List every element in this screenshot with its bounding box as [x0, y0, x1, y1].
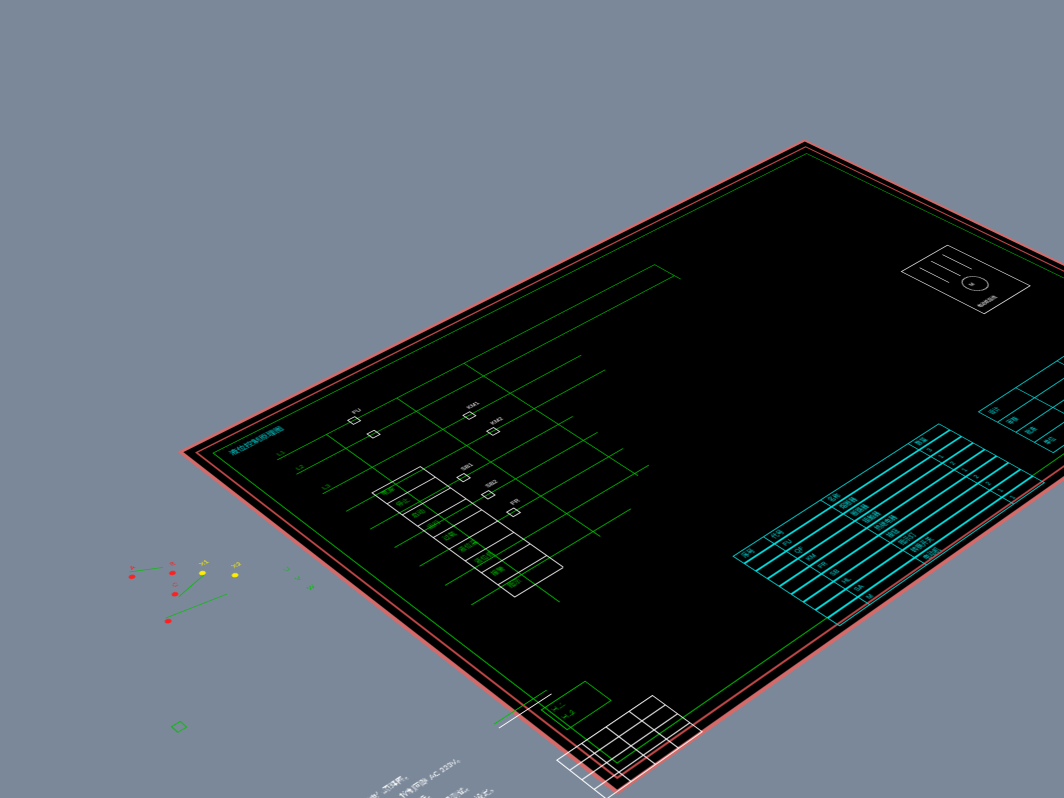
td: KM [805, 553, 819, 562]
label-km1: KM1 [466, 401, 481, 410]
bus-line [445, 465, 650, 586]
tb-checker: 审核 [1006, 416, 1020, 425]
th: 序号 [741, 548, 757, 558]
tb-company: 单位 [1043, 436, 1058, 445]
component-symbol [347, 416, 361, 425]
header-note: 液位控制原理图 [229, 426, 285, 456]
td: 2 [949, 461, 957, 466]
td: 1 [938, 454, 946, 459]
colstrip-cell: 停止 [395, 498, 411, 508]
bus-line [394, 432, 598, 548]
td: HL [841, 577, 854, 585]
label-sb1: SB1 [460, 463, 475, 472]
tb-approver: 批准 [1024, 426, 1038, 435]
td: 指示灯 [898, 532, 919, 546]
th: 名称 [827, 493, 842, 503]
bus-line [471, 509, 631, 606]
td: 2 [973, 474, 981, 479]
red-dot [163, 618, 173, 625]
vert-line [396, 398, 601, 537]
colstrip-cell: 电源 [380, 487, 396, 497]
td: QF [793, 546, 806, 554]
td: FU [782, 539, 795, 547]
td: 1 [997, 488, 1006, 493]
td: 断路器 [850, 504, 870, 517]
motor-caption: 电动机接线 [977, 295, 1000, 308]
td: 电动机 [922, 547, 943, 561]
colstrip-cell: 液位低 [474, 551, 496, 565]
td: 1 [1009, 495, 1018, 500]
drawing-sheet-group: 液位控制原理图 L1 L2 [178, 139, 1064, 795]
aux-c: C [171, 582, 180, 588]
label-fu: FU [351, 408, 363, 415]
vert-line [326, 434, 560, 602]
colstrip-cell: 指示 [507, 578, 524, 589]
tb-designer: 设计 [988, 407, 1002, 416]
colstrip-cell: 启动 [411, 509, 427, 519]
colstrip-cell: 报警 [490, 566, 507, 577]
hl2: HL2 [561, 709, 578, 721]
label-l2: L2 [295, 465, 306, 472]
td: FR [817, 561, 830, 569]
cad-viewport[interactable]: 液位控制原理图 L1 L2 [0, 0, 1064, 798]
td: 3 [926, 448, 934, 453]
td: SB [829, 569, 842, 577]
td: 1 [961, 468, 969, 473]
label-l3: L3 [321, 484, 332, 491]
yellow-dot [230, 572, 239, 578]
aux-v: V [294, 576, 303, 582]
td: 接触器 [862, 511, 882, 524]
label-fr: FR [510, 498, 522, 506]
bus-line [419, 448, 623, 566]
lone-symbol [171, 721, 188, 733]
colstrip-cell: 过载 [442, 531, 458, 541]
th: 代号 [770, 530, 786, 540]
component-symbol [462, 411, 476, 420]
td: 转换开关 [910, 536, 935, 553]
th: 数量 [914, 437, 929, 446]
td: SA [853, 584, 866, 593]
label-km2: KM2 [490, 417, 506, 426]
aux-x2: X2 [231, 562, 243, 570]
td: M [865, 594, 875, 601]
bus-line [370, 416, 573, 529]
red-dot [127, 574, 136, 580]
component-symbol [506, 508, 521, 518]
link-line [178, 575, 204, 597]
label-sb2: SB2 [485, 479, 500, 488]
aux-w: W [306, 584, 317, 591]
red-dot [168, 570, 177, 576]
colstrip-cell: 液位高 [458, 539, 480, 553]
component-symbol [456, 473, 471, 482]
hl1: HL1 [551, 702, 568, 714]
component-symbol [486, 427, 500, 436]
component-table: 序号 代号 名称 数量 FU 熔断器 3 QF 断路器 1 KM 接触器 [732, 423, 938, 556]
colstrip-cell: 运行 [426, 520, 442, 530]
aux-u: U [283, 567, 292, 573]
component-symbol [481, 490, 496, 499]
component-symbol [366, 430, 380, 439]
td: 热继电器 [874, 515, 899, 532]
link-line [165, 594, 227, 619]
td: 熔断器 [839, 497, 859, 510]
aux-b: B [169, 561, 178, 567]
label-l1: L1 [276, 450, 287, 457]
td: 2 [985, 481, 994, 486]
td: 按钮 [886, 528, 902, 538]
aux-x1: X1 [199, 559, 211, 567]
